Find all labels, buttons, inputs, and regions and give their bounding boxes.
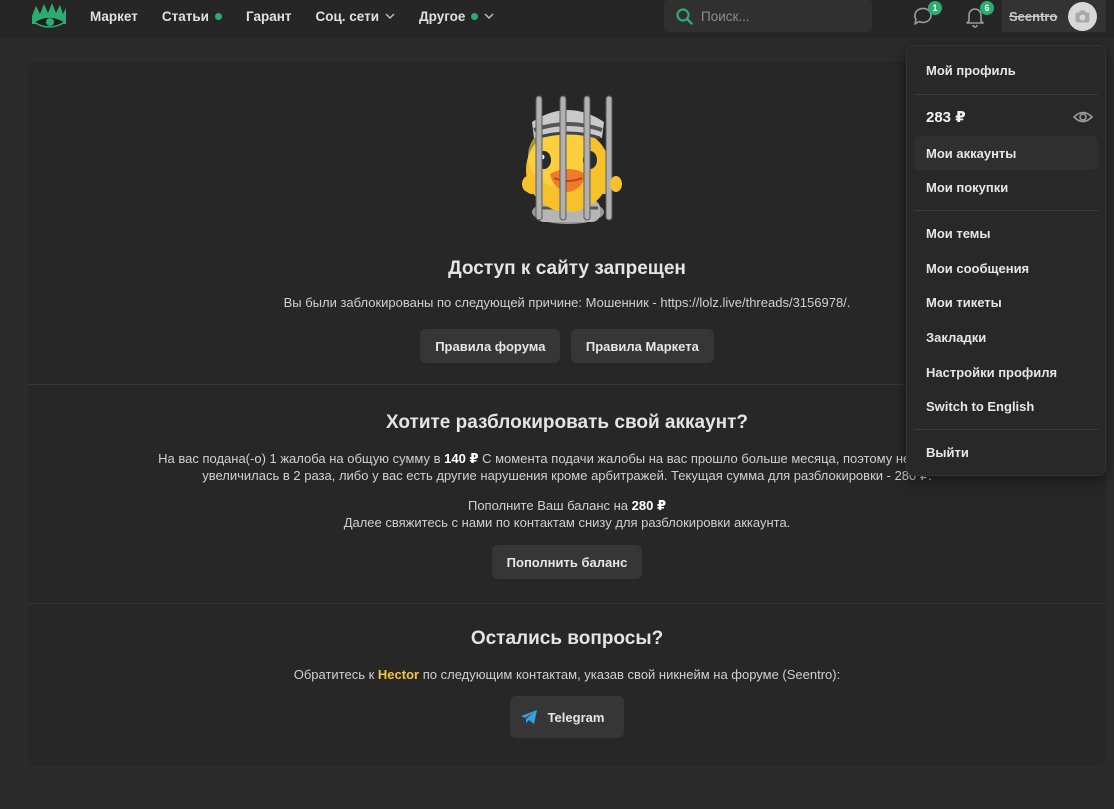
user-dropdown-menu: Мой профиль 283 ₽ Мои аккаунты Мои покуп… <box>906 45 1106 476</box>
top-bar: Маркет Статьи Гарант Соц. сети Другое 1 <box>0 0 1114 38</box>
balance-amount: 283 ₽ <box>926 109 966 126</box>
nav-guarantor[interactable]: Гарант <box>246 9 292 24</box>
complaint-amount: 140 ₽ <box>444 451 479 466</box>
nav-social-label: Соц. сети <box>315 8 380 24</box>
questions-section: Остались вопросы? Обратитесь к Hector по… <box>28 628 1106 738</box>
chevron-down-icon <box>385 13 395 20</box>
menu-my-accounts[interactable]: Мои аккаунты <box>914 136 1098 170</box>
nav-articles-label: Статьи <box>161 8 209 24</box>
alerts-badge: 6 <box>980 1 994 15</box>
jailed-duck-icon <box>522 95 622 224</box>
alerts-button[interactable]: 6 <box>963 1 994 28</box>
contact-name-link[interactable]: Hector <box>378 667 419 682</box>
menu-bookmarks[interactable]: Закладки <box>914 320 1098 354</box>
telegram-label: Telegram <box>547 709 605 725</box>
main-nav: Маркет Статьи Гарант Соц. сети Другое <box>90 0 518 32</box>
balance-row: 283 ₽ <box>914 100 1098 134</box>
username: Seentro <box>1009 8 1058 24</box>
nav-other[interactable]: Другое <box>419 9 494 24</box>
menu-my-profile[interactable]: Мой профиль <box>914 53 1098 87</box>
conversations-button[interactable]: 1 <box>911 1 942 28</box>
search-input[interactable] <box>701 8 861 24</box>
menu-divider <box>914 210 1098 211</box>
topup-prefix: Пополните Ваш баланс на <box>467 498 632 513</box>
chevron-down-icon <box>484 13 494 20</box>
nav-other-label: Другое <box>419 8 466 24</box>
menu-divider <box>914 94 1098 95</box>
telegram-button[interactable]: Telegram <box>509 696 625 738</box>
questions-title: Остались вопросы? <box>470 628 664 649</box>
nav-market-label: Маркет <box>90 8 138 24</box>
logo-icon[interactable] <box>30 2 68 32</box>
questions-text: Обратитесь к Hector по следующим контакт… <box>28 666 1106 683</box>
camera-icon <box>1075 10 1090 23</box>
market-rules-button[interactable]: Правила Маркета <box>570 329 714 363</box>
topup-balance-button[interactable]: Пополнить баланс <box>491 545 643 579</box>
new-indicator-dot <box>214 12 222 20</box>
nav-guarantor-label: Гарант <box>245 8 292 24</box>
conversations-badge: 1 <box>928 1 942 15</box>
telegram-icon <box>520 710 537 724</box>
nav-market[interactable]: Маркет <box>90 9 138 24</box>
forum-rules-button[interactable]: Правила форума <box>420 329 561 363</box>
nav-social[interactable]: Соц. сети <box>315 9 395 24</box>
menu-my-tickets[interactable]: Мои тикеты <box>914 285 1098 319</box>
section-divider <box>28 603 1106 604</box>
new-indicator-dot <box>471 12 479 20</box>
menu-my-purchases[interactable]: Мои покупки <box>914 170 1098 204</box>
menu-divider <box>914 429 1098 430</box>
menu-my-threads[interactable]: Мои темы <box>914 216 1098 250</box>
menu-logout[interactable]: Выйти <box>914 435 1098 469</box>
unlock-line1-end: С момента подачи жалобы на вас прошло бо… <box>478 451 976 466</box>
search-box[interactable] <box>664 0 872 32</box>
topup-instruction: Пополните Ваш баланс на 280 ₽ <box>28 497 1106 514</box>
questions-text-start: Обратитесь к <box>293 667 378 682</box>
questions-text-end: по следующим контактам, указав свой никн… <box>419 667 841 682</box>
contact-instruction: Далее свяжитесь с нами по контактам сниз… <box>343 515 791 530</box>
menu-my-messages[interactable]: Мои сообщения <box>914 251 1098 285</box>
topup-amount: 280 ₽ <box>631 498 667 513</box>
eye-icon[interactable] <box>1073 109 1093 125</box>
menu-profile-settings[interactable]: Настройки профиля <box>914 355 1098 389</box>
avatar[interactable] <box>1068 2 1097 31</box>
unlock-line1-start: На вас подана(-о) 1 жалоба на общую сумм… <box>158 451 445 466</box>
search-icon <box>676 7 693 25</box>
menu-switch-language[interactable]: Switch to English <box>914 389 1098 423</box>
user-menu-button[interactable]: Seentro <box>1002 0 1106 32</box>
nav-articles[interactable]: Статьи <box>162 9 222 24</box>
